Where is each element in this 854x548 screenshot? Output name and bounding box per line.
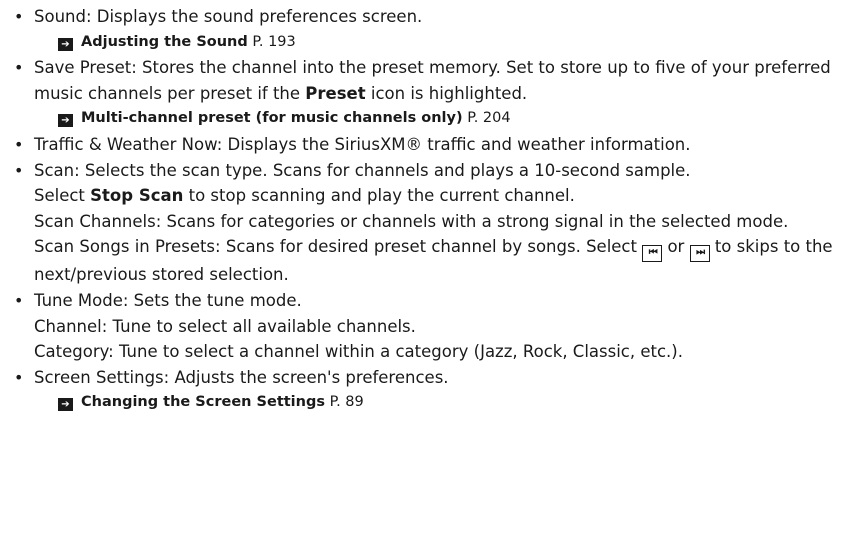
ref-page: P. 193 <box>247 33 296 50</box>
scan-channels-line: Scan Channels: Scans for categories or c… <box>34 209 844 235</box>
desc-scan: : Selects the scan type. Scans for chann… <box>74 160 691 180</box>
scan-channels-desc: : Scans for categories or channels with … <box>155 211 789 231</box>
term-save-preset: Save Preset <box>34 58 132 78</box>
bullet: • <box>14 160 24 180</box>
list-item-tune-mode: • Tune Mode: Sets the tune mode. Channel… <box>10 288 844 365</box>
stop-scan-desc: to stop scanning and play the current ch… <box>183 186 575 206</box>
bullet: • <box>14 290 24 310</box>
category-term: Category <box>34 342 109 362</box>
item-text: Sound: Displays the sound preferences sc… <box>34 4 844 30</box>
ref-page: P. 89 <box>324 394 364 411</box>
cross-reference-arrow-icon: ➔ <box>58 114 73 128</box>
or-text: or <box>662 237 685 257</box>
channel-desc: : Tune to select all available channels. <box>101 316 416 336</box>
stop-scan-term: Stop Scan <box>90 186 184 206</box>
scan-songs-desc: : Scans for desired preset channel by so… <box>215 237 643 257</box>
scan-songs-line: Scan Songs in Presets: Scans for desired… <box>34 234 844 288</box>
desc-screen-settings: : Adjusts the screen's preferences. <box>163 367 449 387</box>
desc-traffic: : Displays the SiriusXM® traffic and wea… <box>216 134 691 154</box>
list-item-sound: • Sound: Displays the sound preferences … <box>10 4 844 55</box>
list-item-save-preset: • Save Preset: Stores the channel into t… <box>10 55 844 132</box>
term-sound: Sound <box>34 7 86 26</box>
cross-reference-multi-channel[interactable]: ➔ Multi-channel preset (for music channel… <box>34 106 844 132</box>
term-tune-mode: Tune Mode <box>34 290 123 310</box>
item-text: Screen Settings: Adjusts the screen's pr… <box>34 365 844 391</box>
ref-title: Multi-channel preset (for music channels… <box>81 110 463 127</box>
category-line: Category: Tune to select a channel withi… <box>34 339 844 365</box>
skip-forward-icon: ⏭ <box>689 245 710 263</box>
bullet: • <box>14 134 24 154</box>
scan-songs-term: Scan Songs in Presets <box>34 237 216 257</box>
list-item-traffic: • Traffic & Weather Now: Displays the Si… <box>10 132 844 158</box>
stop-scan-line: Select Stop Scan to stop scanning and pl… <box>34 183 844 209</box>
desc-save-preset-2: icon is highlighted. <box>365 83 528 103</box>
select-text: Select <box>34 186 91 206</box>
channel-line: Channel: Tune to select all available ch… <box>34 314 844 340</box>
list-item-screen-settings: • Screen Settings: Adjusts the screen's … <box>10 365 844 416</box>
ref-title: Adjusting the Sound <box>81 33 248 50</box>
desc-sound: : Displays the sound preferences screen. <box>85 7 423 26</box>
item-text: Traffic & Weather Now: Displays the Siri… <box>34 132 844 158</box>
channel-term: Channel <box>34 316 102 336</box>
ref-page: P. 204 <box>462 110 511 127</box>
item-text: Save Preset: Stores the channel into the… <box>34 55 844 106</box>
term-traffic: Traffic & Weather Now <box>34 134 217 154</box>
skip-back-icon: ⏮ <box>642 245 663 263</box>
scan-channels-term: Scan Channels <box>34 211 156 231</box>
bullet: • <box>14 58 24 78</box>
ref-title: Changing the Screen Settings <box>81 394 325 411</box>
item-text: Tune Mode: Sets the tune mode. <box>34 288 844 314</box>
term-scan: Scan <box>34 160 75 180</box>
category-desc: : Tune to select a channel within a cate… <box>108 342 683 362</box>
term-screen-settings: Screen Settings <box>34 367 164 387</box>
desc-tune-mode: : Sets the tune mode. <box>122 290 302 310</box>
cross-reference-arrow-icon: ➔ <box>58 37 73 51</box>
bullet: • <box>14 7 24 26</box>
preset-word: Preset <box>305 83 366 103</box>
list-item-scan: • Scan: Selects the scan type. Scans for… <box>10 158 844 288</box>
item-text: Scan: Selects the scan type. Scans for c… <box>34 158 844 184</box>
cross-reference-arrow-icon: ➔ <box>58 398 73 412</box>
bullet: • <box>14 367 24 387</box>
cross-reference-screen-settings[interactable]: ➔ Changing the Screen Settings P. 89 <box>34 390 844 416</box>
cross-reference-sound[interactable]: ➔ Adjusting the Sound P. 193 <box>34 30 844 56</box>
manual-page: • Sound: Displays the sound preferences … <box>0 0 854 416</box>
